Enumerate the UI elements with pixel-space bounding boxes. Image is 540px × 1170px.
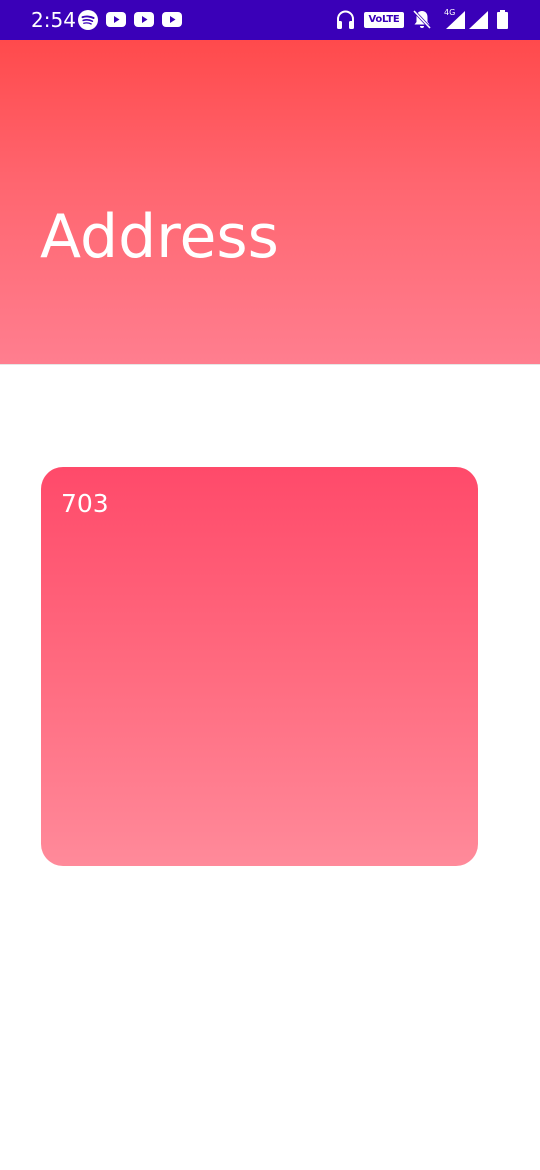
headset-icon: [337, 10, 354, 29]
address-card[interactable]: 703: [41, 467, 478, 866]
youtube-icon: [134, 12, 154, 27]
volte-badge: VoLTE: [364, 12, 404, 28]
page-title: Address: [40, 202, 279, 272]
youtube-icon: [106, 12, 126, 27]
signal-icon: [446, 11, 465, 29]
status-time: 2:54: [31, 8, 76, 32]
signal-icon: [469, 11, 488, 29]
header-divider: [0, 364, 540, 365]
page-header: Address: [0, 40, 540, 364]
address-card-text: 703: [61, 489, 109, 518]
spotify-icon: [78, 10, 98, 30]
youtube-icon: [162, 12, 182, 27]
status-bar: 2:54 VoLTE 4G: [0, 0, 540, 40]
battery-icon: [497, 10, 508, 29]
mute-icon: [412, 9, 432, 30]
